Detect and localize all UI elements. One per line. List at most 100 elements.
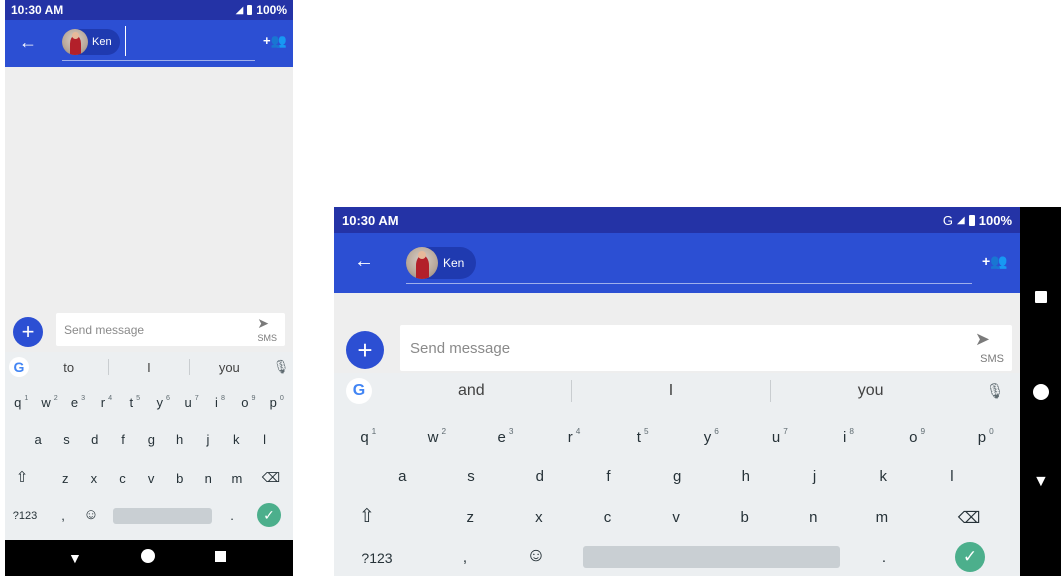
key-h[interactable]: h bbox=[712, 468, 781, 485]
key-d[interactable]: d bbox=[505, 468, 574, 485]
key-y[interactable]: y6 bbox=[149, 394, 177, 410]
key-q[interactable]: q1 bbox=[7, 394, 35, 410]
emoji-key-icon[interactable]: ☺ bbox=[524, 545, 548, 567]
key-f[interactable]: f bbox=[574, 468, 643, 485]
app-bar: ← Ken +👥 bbox=[5, 20, 293, 67]
send-icon[interactable]: ➤ bbox=[257, 315, 269, 332]
key-g[interactable]: g bbox=[137, 432, 165, 447]
google-g-icon[interactable]: G bbox=[346, 378, 372, 404]
key-c[interactable]: c bbox=[573, 509, 642, 526]
key-z[interactable]: z bbox=[51, 471, 80, 486]
key-p[interactable]: p0 bbox=[951, 427, 1020, 446]
suggestion-word[interactable]: to bbox=[29, 360, 108, 375]
app-bar: ← Ken +👥 bbox=[334, 233, 1020, 293]
key-d[interactable]: d bbox=[81, 432, 109, 447]
key-x[interactable]: x bbox=[505, 509, 574, 526]
key-t[interactable]: t5 bbox=[608, 427, 677, 446]
backspace-key-icon[interactable]: ⌫ bbox=[952, 508, 986, 528]
key-r[interactable]: r4 bbox=[92, 394, 120, 410]
key-w[interactable]: w2 bbox=[403, 427, 472, 446]
key-w[interactable]: w2 bbox=[35, 394, 63, 410]
key-s[interactable]: s bbox=[52, 432, 80, 447]
key-r[interactable]: r4 bbox=[540, 427, 609, 446]
key-u[interactable]: u7 bbox=[177, 394, 205, 410]
symbols-key[interactable]: ?123 bbox=[7, 510, 43, 522]
message-input[interactable]: Send message ➤ SMS bbox=[56, 313, 285, 346]
symbols-key[interactable]: ?123 bbox=[356, 550, 398, 566]
key-e[interactable]: e3 bbox=[64, 394, 92, 410]
google-g-icon[interactable]: G bbox=[9, 357, 29, 377]
key-q[interactable]: q1 bbox=[334, 427, 403, 446]
send-icon[interactable]: ➤ bbox=[975, 329, 990, 350]
key-u[interactable]: u7 bbox=[746, 427, 815, 446]
space-key[interactable] bbox=[583, 546, 840, 568]
key-j[interactable]: j bbox=[780, 468, 849, 485]
key-a[interactable]: a bbox=[24, 432, 52, 447]
status-icons: G ◢ 100% bbox=[943, 213, 1012, 228]
suggestion-word[interactable]: you bbox=[771, 382, 970, 400]
recents-square-icon[interactable] bbox=[1035, 291, 1047, 303]
back-arrow-icon[interactable]: ← bbox=[19, 32, 37, 53]
comma-key[interactable]: , bbox=[458, 549, 472, 566]
back-triangle-icon[interactable]: ▼ bbox=[1033, 473, 1049, 491]
key-b[interactable]: b bbox=[710, 509, 779, 526]
mic-icon[interactable]: 🎙 bbox=[269, 359, 293, 375]
key-v[interactable]: v bbox=[137, 471, 166, 486]
enter-check-icon[interactable]: ✓ bbox=[257, 503, 281, 527]
key-c[interactable]: c bbox=[108, 471, 137, 486]
suggestion-word[interactable]: I bbox=[572, 382, 771, 400]
key-h[interactable]: h bbox=[166, 432, 194, 447]
back-triangle-icon[interactable]: ▼ bbox=[68, 550, 82, 566]
suggestion-word[interactable]: and bbox=[372, 382, 571, 400]
key-k[interactable]: k bbox=[222, 432, 250, 447]
message-input[interactable]: Send message ➤ SMS bbox=[400, 325, 1012, 371]
key-i[interactable]: i8 bbox=[206, 394, 234, 410]
key-l[interactable]: l bbox=[250, 432, 278, 447]
comma-key[interactable]: , bbox=[57, 508, 69, 523]
mic-icon[interactable]: 🎙 bbox=[970, 382, 1020, 400]
home-circle-icon[interactable] bbox=[141, 549, 155, 563]
key-b[interactable]: b bbox=[165, 471, 194, 486]
home-circle-icon[interactable] bbox=[1033, 384, 1049, 400]
back-arrow-icon[interactable]: ← bbox=[354, 250, 374, 273]
contact-chip[interactable]: Ken bbox=[406, 247, 477, 279]
space-key[interactable] bbox=[113, 508, 212, 524]
key-a[interactable]: a bbox=[368, 468, 437, 485]
key-n[interactable]: n bbox=[194, 471, 223, 486]
key-j[interactable]: j bbox=[194, 432, 222, 447]
key-o[interactable]: o9 bbox=[883, 427, 952, 446]
key-m[interactable]: m bbox=[848, 509, 917, 526]
period-key[interactable]: . bbox=[227, 508, 237, 523]
key-e[interactable]: e3 bbox=[471, 427, 540, 446]
shift-key-icon[interactable]: ⇧ bbox=[11, 468, 33, 486]
shift-key-icon[interactable]: ⇧ bbox=[352, 505, 382, 528]
suggestion-word[interactable]: you bbox=[190, 360, 269, 375]
add-people-icon[interactable]: +👥 bbox=[263, 33, 287, 49]
key-i[interactable]: i8 bbox=[814, 427, 883, 446]
key-o[interactable]: o9 bbox=[234, 394, 262, 410]
key-n[interactable]: n bbox=[779, 509, 848, 526]
key-g[interactable]: g bbox=[643, 468, 712, 485]
key-m[interactable]: m bbox=[223, 471, 252, 486]
add-people-icon[interactable]: +👥 bbox=[982, 253, 1008, 270]
period-key[interactable]: . bbox=[878, 549, 890, 566]
key-f[interactable]: f bbox=[109, 432, 137, 447]
recents-square-icon[interactable] bbox=[215, 551, 226, 562]
emoji-key-icon[interactable]: ☺ bbox=[81, 506, 101, 523]
suggestion-word[interactable]: I bbox=[109, 360, 188, 375]
attach-plus-button[interactable]: + bbox=[346, 331, 384, 369]
battery-percent: 100% bbox=[978, 212, 1012, 228]
key-p[interactable]: p0 bbox=[263, 394, 291, 410]
key-t[interactable]: t5 bbox=[121, 394, 149, 410]
key-s[interactable]: s bbox=[437, 468, 506, 485]
key-k[interactable]: k bbox=[849, 468, 918, 485]
enter-check-icon[interactable]: ✓ bbox=[955, 542, 985, 572]
attach-plus-button[interactable]: + bbox=[13, 317, 43, 347]
key-z[interactable]: z bbox=[436, 509, 505, 526]
backspace-key-icon[interactable]: ⌫ bbox=[259, 470, 283, 486]
key-v[interactable]: v bbox=[642, 509, 711, 526]
key-x[interactable]: x bbox=[80, 471, 109, 486]
key-y[interactable]: y6 bbox=[677, 427, 746, 446]
key-l[interactable]: l bbox=[918, 468, 987, 485]
contact-chip[interactable]: Ken bbox=[62, 29, 120, 55]
